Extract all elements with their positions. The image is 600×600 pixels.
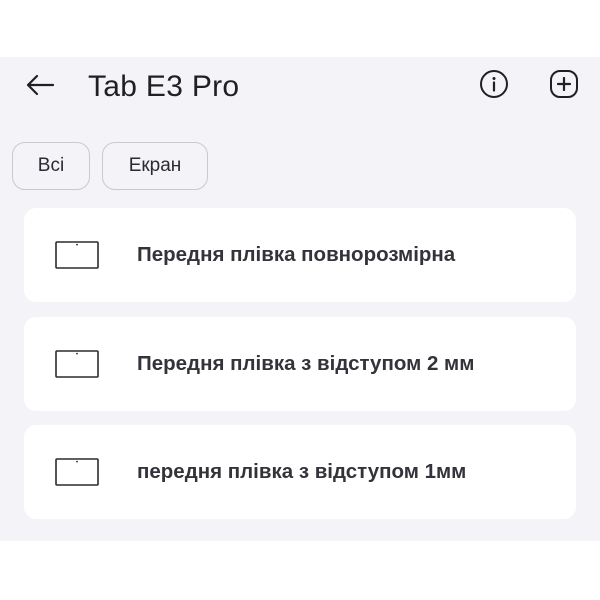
info-circle-icon (478, 68, 510, 105)
info-button[interactable] (476, 68, 512, 104)
page-title: Tab E3 Pro (88, 70, 240, 103)
plus-square-icon (548, 68, 580, 105)
back-button[interactable] (22, 69, 58, 105)
tablet-icon (55, 458, 99, 486)
tablet-icon (55, 241, 99, 269)
list-item-film-2mm[interactable]: Передня плівка з відступом 2 мм (24, 317, 576, 411)
add-button[interactable] (546, 68, 582, 104)
list-item-full-size-film[interactable]: Передня плівка повнорозмірна (24, 208, 576, 302)
filter-chip-all[interactable]: Всі (12, 142, 90, 190)
arrow-left-icon (25, 74, 55, 101)
list-item-label: Передня плівка повнорозмірна (137, 243, 456, 266)
list-item-film-1mm[interactable]: передня плівка з відступом 1мм (24, 425, 576, 519)
list-item-label: Передня плівка з відступом 2 мм (137, 352, 475, 375)
filter-chip-label: Всі (37, 155, 65, 176)
filter-chip-screen[interactable]: Екран (102, 142, 208, 190)
app-header: Tab E3 Pro (0, 57, 600, 117)
list-item-label: передня плівка з відступом 1мм (137, 460, 467, 483)
screen: Tab E3 Pro Всі Екран Передня плівка повн… (0, 57, 600, 541)
tablet-icon (55, 350, 99, 378)
filter-chip-label: Екран (128, 155, 182, 176)
